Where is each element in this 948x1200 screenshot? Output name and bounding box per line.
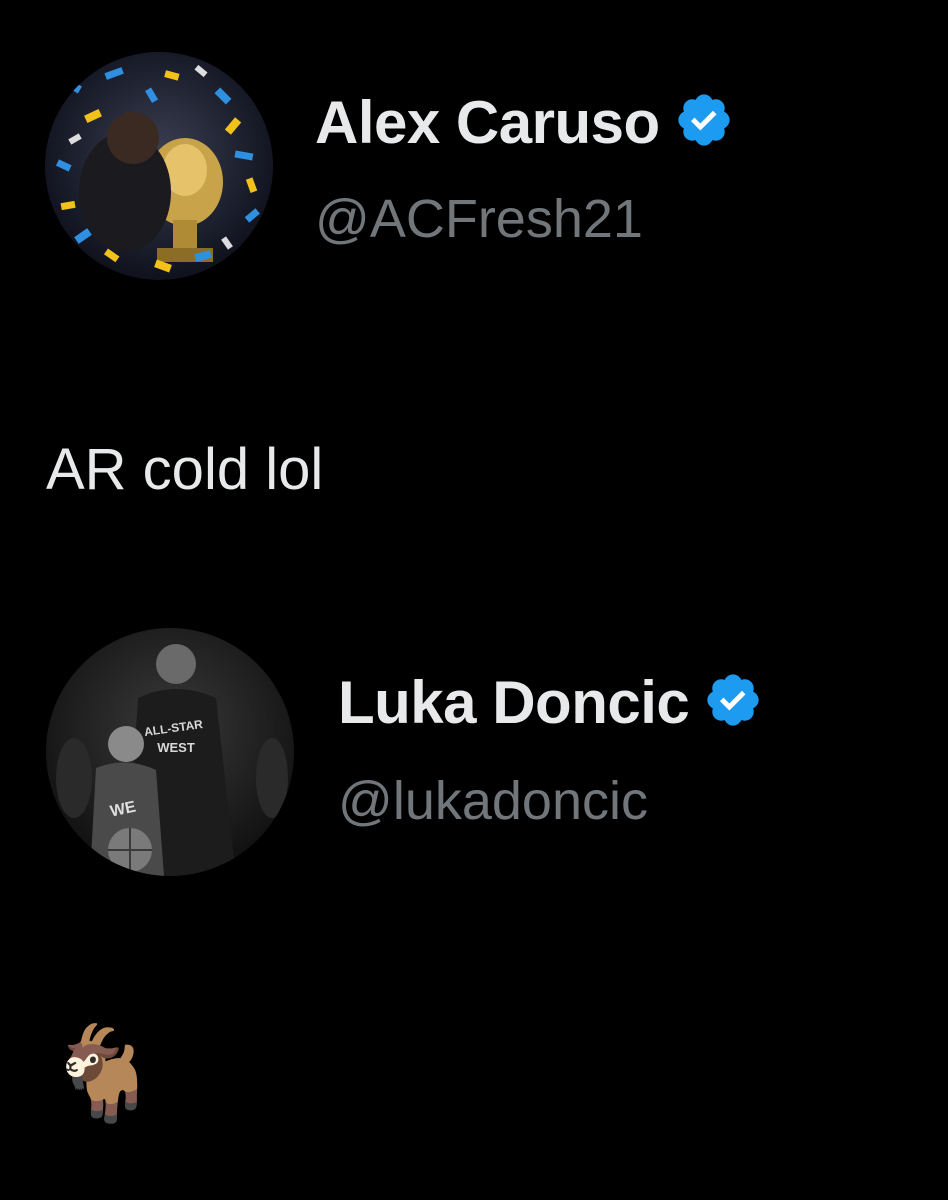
verified-badge-icon[interactable]	[674, 90, 734, 155]
avatar-photo-bw: ALL-STAR WEST WE	[46, 628, 294, 876]
tweet-text: AR cold lol	[46, 437, 324, 502]
display-name[interactable]: Luka Doncic	[338, 668, 690, 737]
tweet-luka-doncic: ALL-STAR WEST WE Luka Doncic @lukadoncic…	[0, 600, 948, 1200]
avatar-photo-confetti	[45, 52, 273, 280]
name-row: Luka Doncic	[338, 668, 763, 737]
display-name[interactable]: Alex Caruso	[315, 88, 660, 157]
tweet-alex-caruso: Alex Caruso @ACFresh21 AR cold lol	[0, 0, 948, 560]
verified-badge-icon[interactable]	[703, 670, 763, 735]
avatar[interactable]	[45, 52, 273, 280]
name-row: Alex Caruso	[315, 88, 734, 157]
handle[interactable]: @ACFresh21	[315, 188, 643, 250]
avatar[interactable]: ALL-STAR WEST WE	[46, 628, 294, 876]
tweet-text: 🐐	[46, 1023, 161, 1125]
svg-text:WEST: WEST	[157, 740, 195, 755]
handle[interactable]: @lukadoncic	[338, 770, 648, 832]
